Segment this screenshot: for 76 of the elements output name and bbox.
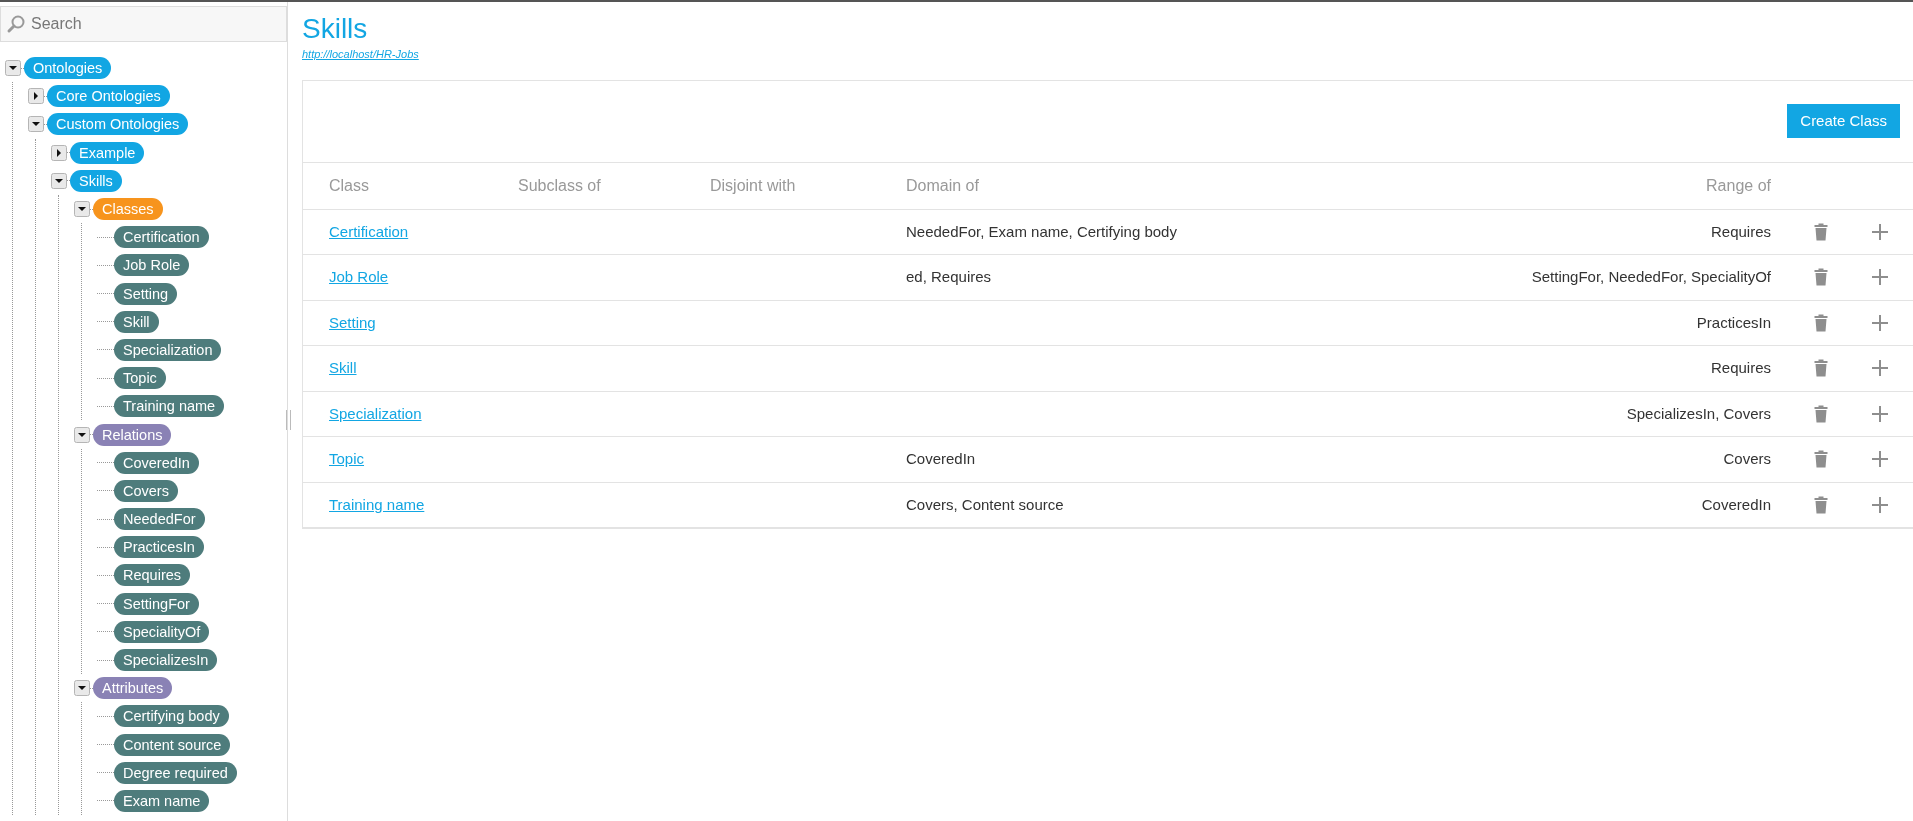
plus-icon[interactable] — [1871, 359, 1889, 378]
tree-node[interactable]: Example — [70, 141, 145, 164]
plus-icon[interactable] — [1871, 495, 1889, 514]
create-class-button[interactable]: Create Class — [1787, 104, 1900, 138]
collapse-toggle-icon[interactable] — [5, 60, 21, 77]
class-link[interactable]: Certification — [329, 220, 409, 243]
column-header: Domain of — [906, 175, 980, 196]
class-link[interactable]: Specialization — [329, 402, 422, 425]
tree-node[interactable]: SpecializesIn — [114, 649, 218, 672]
trash-icon[interactable] — [1814, 450, 1828, 469]
table-cell-text: PracticesIn — [1696, 312, 1771, 333]
column-header: Disjoint with — [710, 175, 797, 196]
class-link[interactable]: Training name — [329, 493, 425, 516]
class-link[interactable]: Setting — [329, 311, 376, 334]
trash-icon[interactable] — [1814, 404, 1828, 423]
page-title: Skills — [302, 14, 368, 44]
search-field[interactable]: Search — [0, 6, 287, 42]
column-header: Class — [329, 175, 370, 196]
collapse-toggle-icon[interactable] — [74, 426, 90, 443]
tree-node[interactable]: Certifying body — [114, 705, 229, 728]
class-link[interactable]: Job Role — [329, 266, 389, 289]
table-cell-text: ed, Requires — [906, 267, 992, 287]
tree-node[interactable]: Covers — [114, 479, 178, 502]
table-cell-text: SpecializesIn, Covers — [1626, 403, 1771, 424]
tree-node[interactable]: SpecialityOf — [114, 620, 210, 643]
plus-icon[interactable] — [1871, 268, 1889, 287]
expand-toggle-icon[interactable] — [51, 144, 67, 161]
tree-node[interactable]: Skill — [114, 310, 159, 333]
table-cell-text: Requires — [1710, 221, 1771, 242]
table-cell-text: CoveredIn — [1701, 494, 1771, 515]
tree-node[interactable]: Job Role — [114, 254, 190, 277]
table-cell-text: CoveredIn — [906, 449, 976, 469]
collapse-toggle-icon[interactable] — [74, 680, 90, 697]
tree-node[interactable]: Training name — [114, 395, 225, 418]
table-cell-text: SettingFor, NeededFor, SpecialityOf — [1531, 267, 1771, 287]
tree-node[interactable]: Content source — [114, 733, 231, 756]
tree-node[interactable]: SettingFor — [114, 592, 199, 615]
trash-icon[interactable] — [1814, 495, 1828, 514]
tree-node[interactable]: CoveredIn — [114, 451, 199, 474]
tree-node[interactable]: NeededFor — [114, 508, 205, 531]
collapse-toggle-icon[interactable] — [51, 172, 67, 189]
column-header: Range of — [1706, 175, 1771, 196]
tree-node[interactable]: Degree required — [114, 761, 237, 784]
tree-node[interactable]: Custom Ontologies — [47, 113, 189, 136]
class-link[interactable]: Topic — [329, 448, 365, 471]
trash-icon[interactable] — [1814, 359, 1828, 378]
table-cell-text: Covers — [1723, 449, 1771, 469]
plus-icon[interactable] — [1871, 222, 1889, 241]
column-header: Subclass of — [518, 175, 602, 196]
trash-icon[interactable] — [1814, 268, 1828, 287]
trash-icon[interactable] — [1814, 222, 1828, 241]
trash-icon[interactable] — [1814, 313, 1828, 332]
tree-node[interactable]: Exam name — [114, 789, 210, 812]
tree-node[interactable]: Requires — [114, 564, 191, 587]
plus-icon[interactable] — [1871, 450, 1889, 469]
tree-node[interactable]: Specialization — [114, 338, 222, 361]
expand-toggle-icon[interactable] — [28, 88, 44, 105]
class-link[interactable]: Skill — [329, 357, 357, 380]
tree-node[interactable]: Setting — [114, 282, 178, 305]
tree-node[interactable]: Attributes — [93, 677, 173, 700]
tree-node[interactable]: Core Ontologies — [47, 85, 170, 108]
splitter-handle-icon[interactable] — [286, 410, 291, 430]
table-cell-text: NeededFor, Exam name, Certifying body — [906, 221, 1177, 242]
table-cell-text: Covers, Content source — [906, 494, 1064, 515]
tree-node[interactable]: Relations — [93, 423, 172, 446]
tree-node[interactable]: Skills — [70, 169, 122, 192]
tree-node[interactable]: Certification — [114, 226, 209, 249]
tree-node[interactable]: Topic — [114, 367, 166, 390]
ontology-url-link[interactable]: http://localhost/HR-Jobs — [302, 46, 419, 63]
tree-node[interactable]: PracticesIn — [114, 536, 204, 559]
tree-node[interactable]: Ontologies — [24, 57, 112, 80]
collapse-toggle-icon[interactable] — [28, 116, 44, 133]
plus-icon[interactable] — [1871, 313, 1889, 332]
table-cell-text: Requires — [1710, 358, 1771, 378]
plus-icon[interactable] — [1871, 404, 1889, 423]
collapse-toggle-icon[interactable] — [74, 201, 90, 218]
